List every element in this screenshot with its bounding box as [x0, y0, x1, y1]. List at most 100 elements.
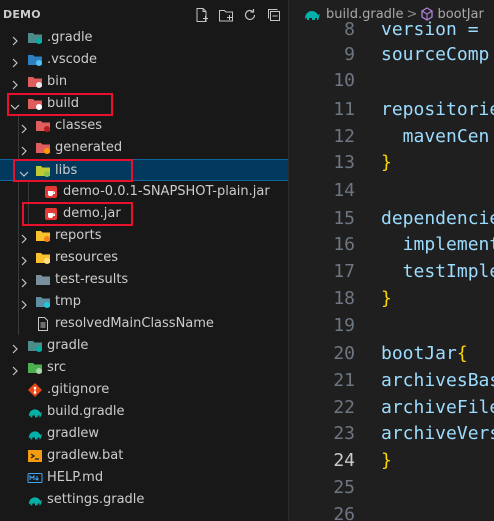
tree-item[interactable]: generated — [0, 137, 288, 159]
tree-item[interactable]: resources — [0, 247, 288, 269]
code-line[interactable]: 16 implement — [289, 232, 494, 259]
tree-item-label: .vscode — [47, 52, 97, 67]
tree-item[interactable]: classes — [0, 115, 288, 137]
tree-item[interactable]: build.gradle — [0, 401, 288, 423]
tree-item[interactable]: gradlew — [0, 423, 288, 445]
code-line[interactable]: 18} — [289, 286, 494, 313]
tree-item[interactable]: bin — [0, 71, 288, 93]
refresh-icon[interactable] — [241, 6, 259, 24]
code-line[interactable]: 12 mavenCen — [289, 124, 494, 151]
code-text: bootJar{ — [381, 343, 468, 364]
tree-item[interactable]: tmp — [0, 291, 288, 313]
chevron-right-icon[interactable] — [9, 32, 21, 46]
folder-reports-icon — [35, 228, 51, 244]
tree-item[interactable]: .vscode — [0, 49, 288, 71]
line-number: 24 — [333, 450, 355, 471]
code-line[interactable]: 13} — [289, 150, 494, 177]
tree-item-label: reports — [55, 228, 102, 243]
code-line[interactable]: 21 archivesBas — [289, 368, 494, 395]
line-number: 18 — [333, 288, 355, 309]
line-number: 12 — [333, 126, 355, 147]
tree-item-label: gradle — [47, 338, 89, 353]
tree-item[interactable]: HELP.md — [0, 467, 288, 489]
gradle-elephant-icon — [27, 404, 43, 420]
tree-item-label: demo.jar — [63, 206, 121, 221]
code-line[interactable]: 22 archiveFileN — [289, 395, 494, 422]
tree-item-label: libs — [55, 163, 78, 178]
folder-libs-icon — [35, 163, 51, 179]
chevron-right-icon[interactable] — [18, 296, 30, 310]
line-number: 16 — [333, 234, 355, 255]
tree-item[interactable]: gradle — [0, 335, 288, 357]
code-line[interactable]: 26 — [289, 502, 494, 521]
gradle-elephant-icon — [27, 426, 43, 442]
tree-item[interactable]: settings.gradle — [0, 489, 288, 511]
tree-item[interactable]: demo.jar — [0, 203, 288, 225]
gradle-elephant-icon — [27, 492, 43, 508]
line-number: 22 — [333, 397, 355, 418]
chevron-right-icon[interactable] — [9, 362, 21, 376]
chevron-right-icon[interactable] — [9, 340, 21, 354]
tree-item-label: classes — [55, 118, 103, 133]
chevron-down-icon[interactable] — [18, 165, 30, 177]
chevron-right-icon[interactable] — [18, 142, 30, 156]
code-line[interactable]: 8 version = '0 — [289, 17, 494, 44]
code-line[interactable]: 11 repositories — [289, 97, 494, 124]
new-file-icon[interactable] — [193, 6, 211, 24]
chevron-right-icon[interactable] — [18, 274, 30, 288]
tree-item-label: src — [47, 360, 66, 375]
chevron-right-icon[interactable] — [9, 54, 21, 68]
jar-file-icon — [43, 206, 59, 222]
chevron-right-icon[interactable] — [9, 76, 21, 90]
folder-gradle-icon — [27, 338, 43, 354]
tree-item[interactable]: resolvedMainClassName — [0, 313, 288, 335]
tree-item[interactable]: reports — [0, 225, 288, 247]
explorer-title[interactable]: DEMO — [3, 8, 41, 21]
collapse-all-icon[interactable] — [265, 6, 283, 24]
code-text: dependencie — [381, 208, 494, 229]
code-line[interactable]: 14 — [289, 178, 494, 205]
tree-item-label: test-results — [55, 272, 129, 287]
tree-item[interactable]: .gradle — [0, 27, 288, 49]
chevron-right-icon[interactable] — [18, 230, 30, 244]
line-number: 23 — [333, 423, 355, 444]
code-line[interactable]: 20 bootJar{ — [289, 341, 494, 368]
code-line[interactable]: 23 archiveVers — [289, 421, 494, 448]
tree-item[interactable]: src — [0, 357, 288, 379]
code-line[interactable]: 15 dependencie — [289, 206, 494, 233]
new-folder-icon[interactable] — [217, 6, 235, 24]
tree-item[interactable]: .gitignore — [0, 379, 288, 401]
code-text: version = '0 — [381, 19, 494, 40]
tree-item[interactable]: gradlew.bat — [0, 445, 288, 467]
code-text: sourceComp — [381, 44, 490, 65]
tree-item-label: HELP.md — [47, 470, 104, 485]
code-line[interactable]: 9 sourceComp — [289, 42, 494, 69]
code-line[interactable]: 19 — [289, 313, 494, 340]
folder-classes-icon — [35, 118, 51, 134]
code-line[interactable]: 25 — [289, 475, 494, 502]
code-text: } — [381, 450, 392, 471]
chevron-down-icon[interactable] — [9, 98, 21, 110]
chevron-right-icon[interactable] — [18, 120, 30, 134]
file-icon — [35, 316, 51, 332]
code-editor: build.gradle > bootJar 8version = '09sou… — [288, 0, 494, 521]
tree-item[interactable]: demo-0.0.1-SNAPSHOT-plain.jar — [0, 181, 288, 203]
line-number: 20 — [333, 343, 355, 364]
code-line[interactable]: 24} — [289, 448, 494, 475]
markdown-icon — [27, 470, 43, 486]
folder-test-icon — [35, 272, 51, 288]
git-icon — [27, 382, 43, 398]
line-number: 15 — [333, 208, 355, 229]
tree-item[interactable]: test-results — [0, 269, 288, 291]
terminal-icon — [27, 448, 43, 464]
tree-item[interactable]: build — [0, 93, 288, 115]
code-line[interactable]: 10 — [289, 68, 494, 95]
tree-item-label: gradlew.bat — [47, 448, 124, 463]
tree-item-label: demo-0.0.1-SNAPSHOT-plain.jar — [63, 184, 270, 199]
tree-item-label: gradlew — [47, 426, 100, 441]
line-number: 26 — [333, 504, 355, 521]
explorer-panel: DEMO .gradle .vscode bin build classes g… — [0, 0, 288, 521]
chevron-right-icon[interactable] — [18, 252, 30, 266]
code-line[interactable]: 17 testImple — [289, 259, 494, 286]
tree-item[interactable]: libs — [0, 159, 288, 181]
